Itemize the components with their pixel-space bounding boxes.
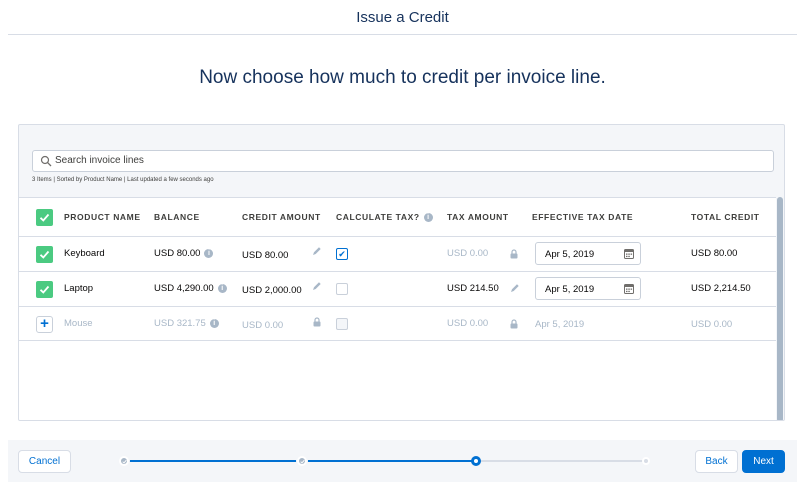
- back-button[interactable]: Back: [695, 450, 738, 473]
- next-button[interactable]: Next: [742, 450, 785, 473]
- balance-value: USD 80.00: [154, 248, 201, 259]
- credit-amount-cell: USD 2,000.00: [242, 285, 302, 296]
- credit-amount-cell: USD 80.00: [242, 250, 289, 261]
- info-icon[interactable]: i: [217, 283, 227, 293]
- lock-icon: [313, 317, 321, 327]
- balance-cell: USD 4,290.00 i: [154, 283, 227, 294]
- search-placeholder: Search invoice lines: [55, 155, 144, 166]
- list-meta-info: 3 Items | Sorted by Product Name | Last …: [32, 177, 214, 183]
- calculate-tax-checkbox[interactable]: ✔: [336, 248, 348, 260]
- balance-cell: USD 80.00 i: [154, 248, 214, 259]
- check-icon: [122, 459, 127, 464]
- progress-step-4[interactable]: [642, 457, 650, 465]
- balance-value: USD 321.75: [154, 318, 206, 329]
- info-icon[interactable]: i: [204, 248, 214, 258]
- balance-value: USD 4,290.00: [154, 283, 214, 294]
- check-icon: [39, 285, 50, 294]
- calculate-tax-checkbox[interactable]: [336, 283, 348, 295]
- progress-bar-remaining: [476, 460, 646, 462]
- modal-title: Issue a Credit: [356, 9, 449, 26]
- info-icon[interactable]: i: [209, 318, 219, 328]
- progress-step-1[interactable]: [119, 456, 129, 466]
- effective-tax-date-input[interactable]: Apr 5, 2019: [535, 277, 641, 300]
- table-row: Laptop USD 4,290.00 i USD 2,000.00 USD 21…: [19, 271, 777, 306]
- add-line-button[interactable]: +: [36, 316, 53, 333]
- total-credit-cell: USD 0.00: [691, 319, 733, 330]
- step-instruction: Now choose how much to credit per invoic…: [199, 67, 606, 88]
- table-row: + Mouse USD 321.75 i USD 0.00 USD 0.00 Ap…: [19, 306, 777, 341]
- scrollbar-thumb[interactable]: [777, 197, 783, 420]
- progress-step-2[interactable]: [297, 456, 307, 466]
- column-header-total-credit[interactable]: TOTAL CREDIT: [691, 212, 760, 222]
- credit-amount-cell: USD 0.00: [242, 320, 284, 331]
- column-header-calculate-tax-label: CALCULATE TAX?: [336, 212, 420, 222]
- column-header-credit-amount[interactable]: CREDIT AMOUNT: [242, 212, 321, 222]
- column-header-effective-tax-date[interactable]: EFFECTIVE TAX DATE: [532, 212, 633, 222]
- pencil-icon[interactable]: [312, 281, 322, 291]
- lock-icon: [510, 319, 518, 329]
- lock-icon: [510, 249, 518, 259]
- check-icon: [39, 250, 50, 259]
- date-value: Apr 5, 2019: [545, 284, 595, 295]
- select-all-checkbox[interactable]: [36, 209, 53, 226]
- check-icon: [300, 459, 305, 464]
- search-input[interactable]: Search invoice lines: [32, 150, 774, 172]
- effective-tax-date-input[interactable]: Apr 5, 2019: [535, 242, 641, 265]
- total-credit-cell: USD 2,214.50: [691, 283, 751, 294]
- calendar-icon[interactable]: [624, 248, 634, 259]
- effective-tax-date-cell: Apr 5, 2019: [535, 319, 585, 330]
- date-value: Apr 5, 2019: [545, 249, 595, 260]
- tax-amount-cell: USD 0.00: [447, 248, 489, 259]
- row-select-checkbox[interactable]: [36, 246, 53, 263]
- calendar-icon[interactable]: [624, 283, 634, 294]
- tax-amount-cell: USD 214.50: [447, 283, 499, 294]
- column-header-balance[interactable]: BALANCE: [154, 212, 200, 222]
- total-credit-cell: USD 80.00: [691, 248, 738, 259]
- search-icon: [40, 155, 52, 167]
- info-icon[interactable]: i: [423, 213, 433, 223]
- product-name-cell: Keyboard: [64, 248, 105, 259]
- balance-cell: USD 321.75 i: [154, 318, 219, 329]
- product-name-cell: Mouse: [64, 318, 93, 329]
- column-header-tax-amount[interactable]: TAX AMOUNT: [447, 212, 509, 222]
- column-header-product-name[interactable]: PRODUCT NAME: [64, 212, 141, 222]
- row-select-checkbox[interactable]: [36, 281, 53, 298]
- table-row: Keyboard USD 80.00 i USD 80.00 ✔ USD 0.00…: [19, 236, 777, 271]
- plus-icon: +: [40, 315, 49, 332]
- invoice-lines-table: PRODUCT NAME BALANCE CREDIT AMOUNT CALCU…: [19, 197, 777, 420]
- check-icon: [39, 213, 50, 222]
- product-name-cell: Laptop: [64, 283, 94, 294]
- tax-amount-cell: USD 0.00: [447, 318, 489, 329]
- pencil-icon[interactable]: [312, 246, 322, 256]
- invoice-lines-panel: Search invoice lines 3 Items | Sorted by…: [18, 124, 785, 421]
- cancel-button[interactable]: Cancel: [18, 450, 71, 473]
- column-header-calculate-tax[interactable]: CALCULATE TAX? i: [336, 212, 433, 223]
- progress-step-3-current[interactable]: [471, 456, 481, 466]
- pencil-icon[interactable]: [510, 283, 520, 293]
- modal-header: Issue a Credit: [0, 0, 805, 36]
- calculate-tax-checkbox[interactable]: [336, 318, 348, 330]
- modal-footer: Cancel Back Next: [8, 440, 797, 482]
- row-divider: [19, 340, 777, 341]
- header-divider: [8, 34, 797, 35]
